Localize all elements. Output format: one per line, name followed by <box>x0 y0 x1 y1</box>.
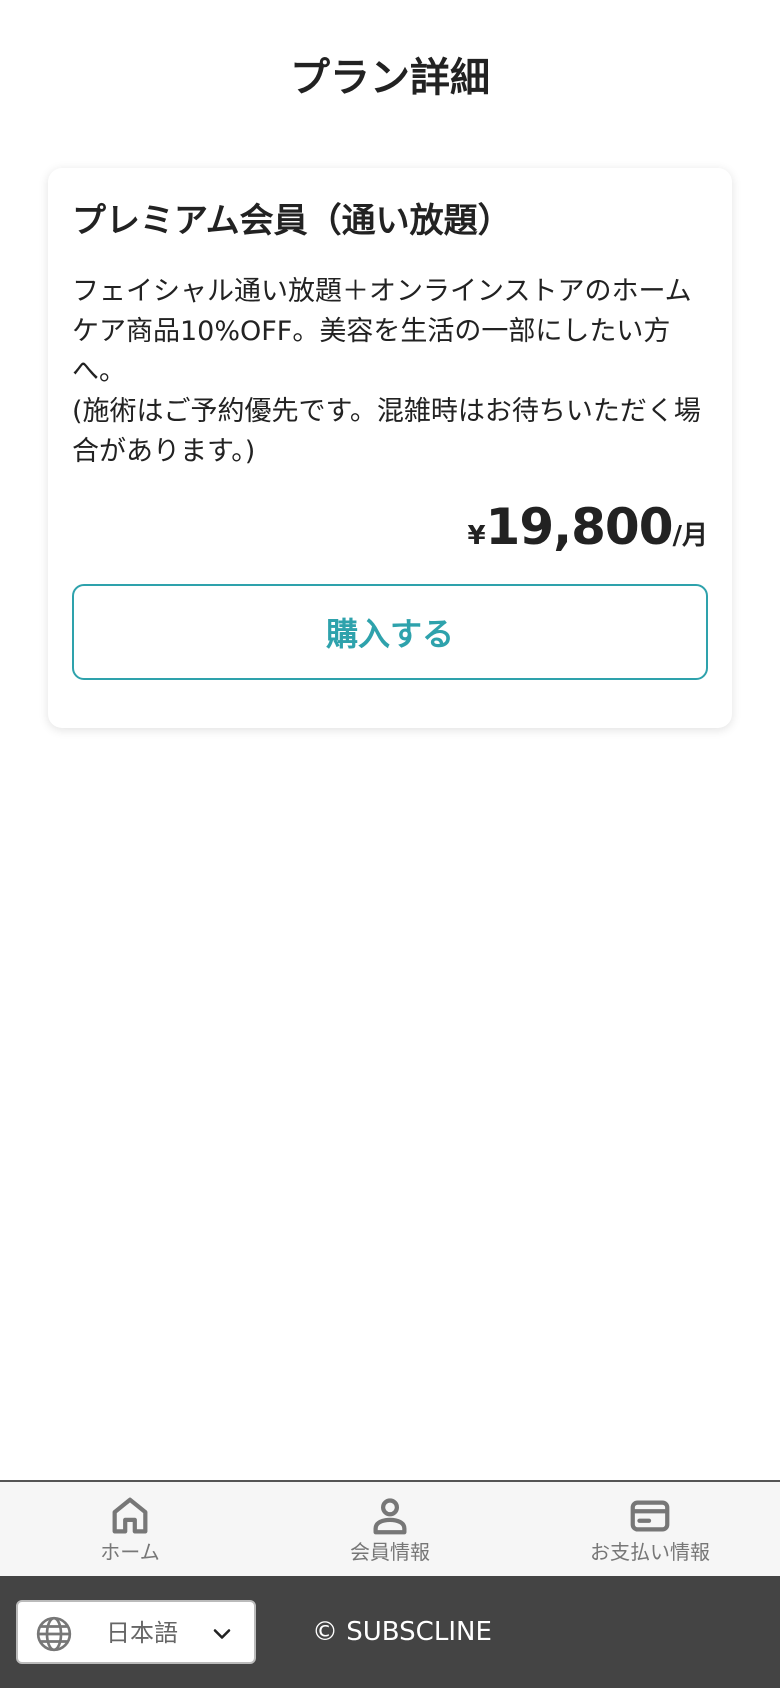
price-amount: 19,800 <box>485 498 674 556</box>
nav-label-home: ホーム <box>100 1540 160 1564</box>
plan-name: プレミアム会員（通い放題） <box>72 201 512 241</box>
price-unit: /月 <box>672 521 709 551</box>
language-label: 日本語 <box>106 1619 178 1647</box>
plan-description: フェイシャル通い放題＋オンラインストアのホームケア商品10%OFF。美容を生活の… <box>72 276 701 467</box>
nav-label-payment-info: お支払い情報 <box>590 1540 710 1564</box>
nav-item-member-info[interactable]: 会員情報 <box>260 1482 520 1576</box>
nav-label-member-info: 会員情報 <box>350 1540 430 1564</box>
globe-icon <box>36 1616 72 1652</box>
nav-item-payment-info[interactable]: お支払い情報 <box>520 1482 780 1576</box>
language-select[interactable]: 日本語 <box>16 1600 256 1664</box>
person-icon <box>373 1498 407 1535</box>
copyright-text: © SUBSCLINE <box>312 1617 492 1647</box>
credit-card-icon <box>630 1500 670 1532</box>
bottom-nav: ホーム 会員情報 お支払い情報 <box>0 1480 780 1576</box>
chevron-down-icon <box>213 1629 231 1639</box>
plan-card: プレミアム会員（通い放題） フェイシャル通い放題＋オンラインストアのホームケア商… <box>48 168 732 728</box>
home-icon <box>112 1497 148 1534</box>
nav-item-home[interactable]: ホーム <box>0 1482 260 1576</box>
footer: 日本語 © SUBSCLINE <box>0 1576 780 1688</box>
purchase-button[interactable]: 購入する <box>72 584 708 680</box>
price-currency: ¥ <box>467 521 486 551</box>
plan-price: ¥ 19,800 /月 <box>467 498 708 556</box>
page-title: プラン詳細 <box>290 55 490 101</box>
plan-detail-page: プラン詳細 プレミアム会員（通い放題） フェイシャル通い放題＋オンラインストアの… <box>0 0 780 1688</box>
